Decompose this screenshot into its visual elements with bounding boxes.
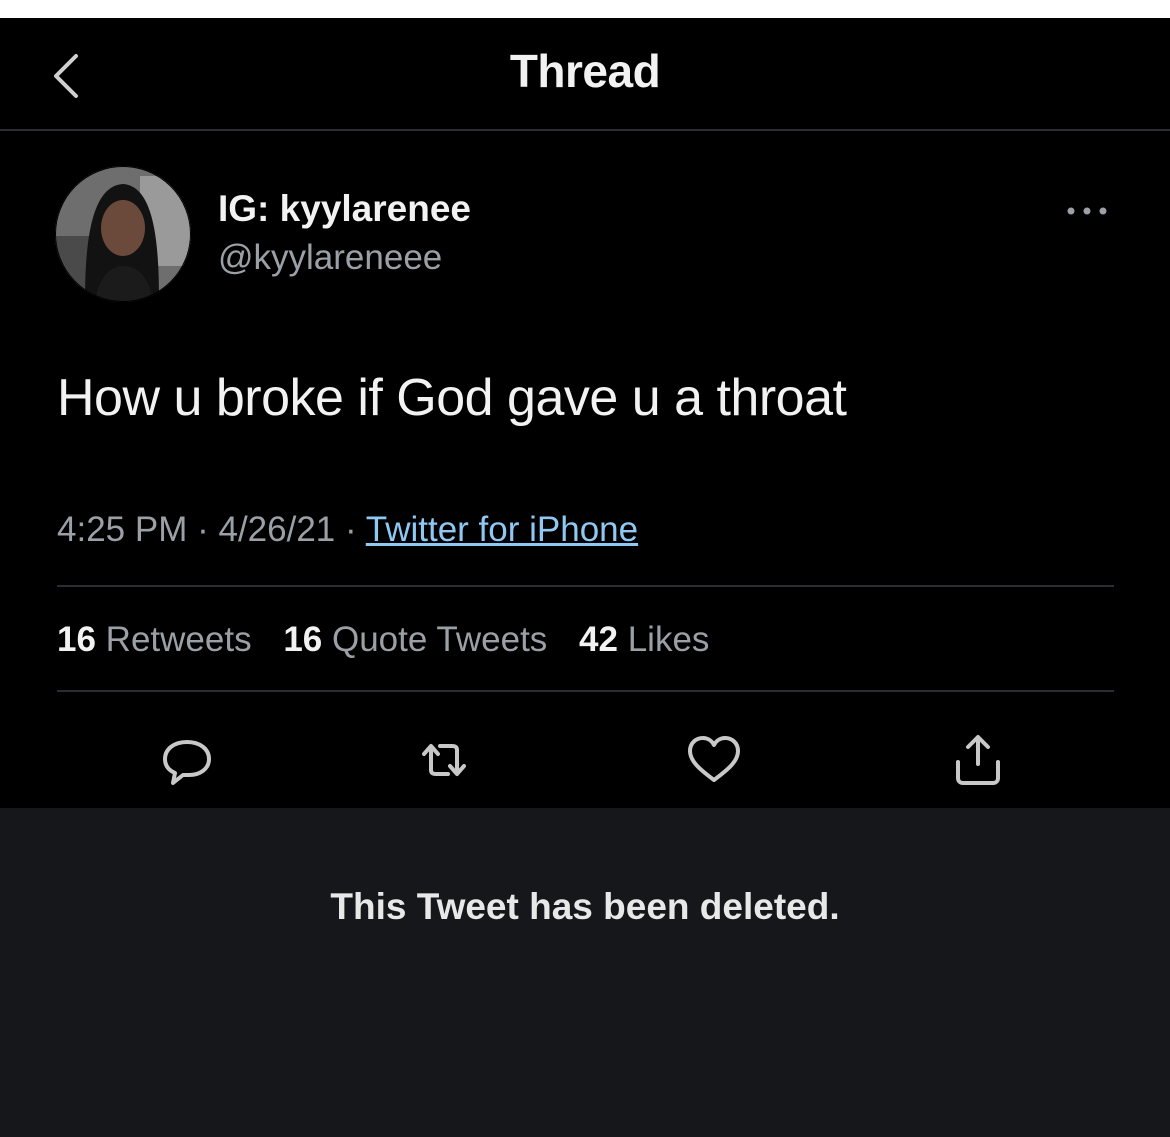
- share-icon: [956, 735, 1000, 785]
- likes-stat[interactable]: 42 Likes: [579, 620, 709, 659]
- deleted-tweet-panel: This Tweet has been deleted.: [0, 808, 1170, 1137]
- share-button[interactable]: [946, 728, 1010, 792]
- avatar-photo: [55, 166, 191, 302]
- more-options-button[interactable]: [1062, 196, 1112, 226]
- likes-count: 42: [579, 620, 618, 659]
- heart-icon: [688, 736, 740, 782]
- quote-tweets-count: 16: [283, 620, 323, 659]
- tweet-metadata: 4:25 PM · 4/26/21 · Twitter for iPhone: [57, 510, 638, 550]
- reply-bubble-icon: [163, 740, 211, 785]
- header-divider: [0, 129, 1170, 131]
- retweet-button[interactable]: [412, 728, 476, 792]
- tweet-date: 4/26/21: [218, 510, 336, 549]
- retweets-label: Retweets: [105, 620, 252, 659]
- avatar[interactable]: [55, 166, 191, 302]
- divider: [57, 585, 1114, 587]
- deleted-tweet-notice: This Tweet has been deleted.: [330, 886, 840, 927]
- tweet-stats: 16 Retweets 16 Quote Tweets 42 Likes: [57, 620, 731, 660]
- quote-tweets-label: Quote Tweets: [331, 620, 548, 659]
- like-button[interactable]: [682, 728, 746, 792]
- retweet-icon: [422, 744, 466, 776]
- tweet-actions-bar: [0, 728, 1170, 798]
- tweet-source-link[interactable]: Twitter for iPhone: [366, 510, 638, 549]
- reply-button[interactable]: [155, 728, 219, 792]
- retweets-stat[interactable]: 16 Retweets: [57, 620, 252, 659]
- top-bar: Thread: [0, 18, 1170, 131]
- retweets-count: 16: [57, 620, 96, 659]
- thread-screen: Thread IG: kyylarenee @kyylareneee How u…: [0, 18, 1170, 1137]
- meta-separator: ·: [345, 510, 357, 549]
- more-horizontal-icon: [1067, 207, 1107, 215]
- user-handle[interactable]: @kyylareneee: [218, 238, 442, 278]
- likes-label: Likes: [627, 620, 710, 659]
- page-title: Thread: [509, 45, 661, 97]
- tweet-time: 4:25 PM: [57, 510, 188, 549]
- quote-tweets-stat[interactable]: 16 Quote Tweets: [283, 620, 547, 659]
- display-name[interactable]: IG: kyylarenee: [218, 188, 471, 230]
- divider: [57, 690, 1114, 692]
- meta-separator: ·: [197, 510, 209, 549]
- tweet-text: How u broke if God gave u a throat: [57, 369, 847, 427]
